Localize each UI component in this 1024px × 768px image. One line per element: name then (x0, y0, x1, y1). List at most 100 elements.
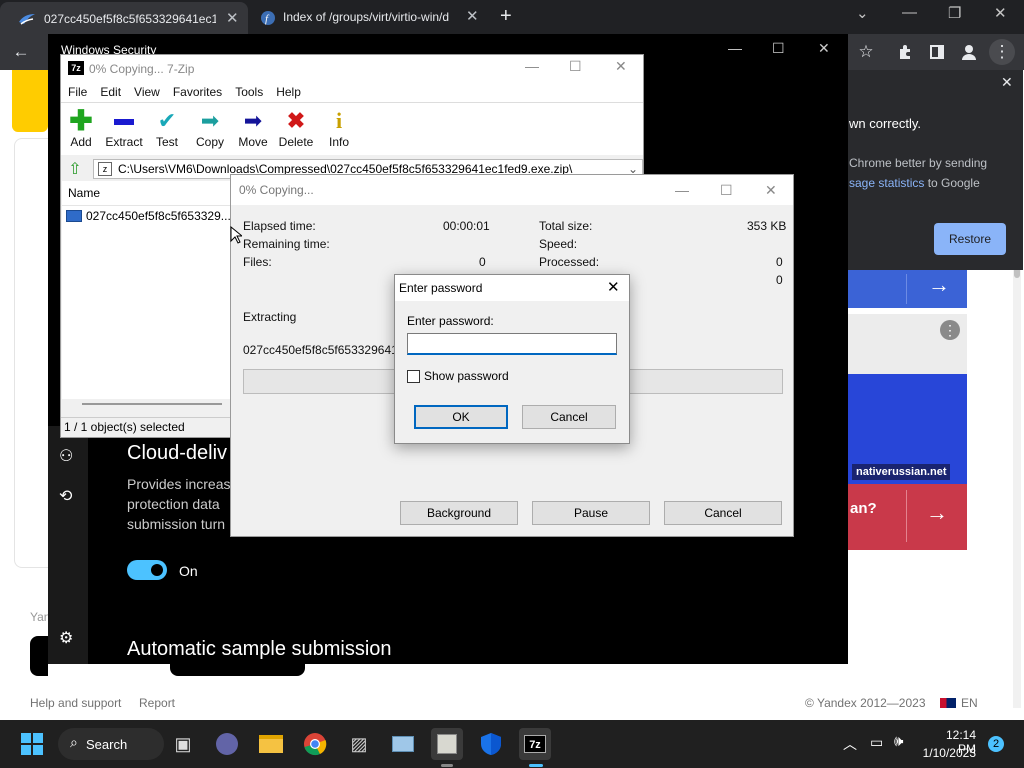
network-icon[interactable]: ▭ (870, 734, 883, 751)
ad-block: ⋮ (848, 314, 967, 374)
defender-shield-icon[interactable] (475, 728, 507, 760)
notification-badge[interactable]: 2 (988, 736, 1004, 752)
history-icon[interactable]: ⟲ (59, 486, 72, 506)
side-panel-icon[interactable] (924, 39, 950, 65)
chrome-tab-bar: 027cc450ef5f8c5f653329641ec1fe ✕ f Index… (0, 0, 1024, 34)
start-windows-icon[interactable] (16, 728, 48, 760)
file-row[interactable]: 027cc450ef5f8c5f653329... (66, 209, 231, 223)
tab-close-icon[interactable]: ✕ (466, 7, 479, 25)
chrome-taskbar-icon[interactable] (299, 728, 331, 760)
cloud-protection-toggle[interactable] (127, 560, 167, 580)
extract-button[interactable]: Extract (101, 109, 147, 149)
info-button[interactable]: i Info (316, 109, 362, 150)
close-icon[interactable]: ✕ (818, 40, 830, 57)
popup-close-icon[interactable]: ✕ (1001, 74, 1013, 91)
background-button[interactable]: Background (400, 501, 518, 525)
family-options-icon[interactable]: ⚇ (59, 446, 73, 466)
menu-edit[interactable]: Edit (100, 85, 121, 99)
7zip-title: 0% Copying... 7-Zip (89, 62, 195, 76)
language-label: EN (961, 696, 978, 710)
7zip-menubar: File Edit View Favorites Tools Help (61, 81, 643, 103)
browser-tab[interactable]: f Index of /groups/virt/virtio-win/d ✕ (250, 0, 490, 34)
ad-banner-top[interactable]: → (848, 270, 967, 308)
clock-date[interactable]: 1/10/2023 (918, 746, 976, 760)
usage-stats-link[interactable]: sage statistics (849, 176, 924, 190)
file-explorer-icon[interactable] (255, 728, 287, 760)
menu-favorites[interactable]: Favorites (173, 85, 222, 99)
ad-image-blue[interactable]: nativerussian.net (848, 374, 967, 484)
volume-icon[interactable]: 🕪 (894, 733, 903, 750)
zip-file-icon: z (98, 162, 112, 176)
report-link[interactable]: Report (139, 696, 175, 710)
close-icon[interactable]: ✕ (765, 175, 777, 205)
windows-security-taskbar-app[interactable] (431, 728, 463, 760)
windows-security-sidebar: ⚇ ⟲ ⚙ (48, 426, 88, 664)
remaining-label: Remaining time: (243, 237, 330, 251)
minimize-icon[interactable]: — (728, 40, 742, 56)
language-switch[interactable]: EN (940, 696, 978, 710)
restore-button[interactable]: Restore (934, 223, 1006, 255)
app-store-button[interactable] (30, 636, 48, 676)
show-password-checkbox[interactable]: Show password (407, 369, 509, 383)
arrow-right-icon: → (928, 272, 950, 297)
test-button[interactable]: ✔ Test (144, 109, 190, 150)
ok-button[interactable]: OK (414, 405, 508, 429)
tab-title: Index of /groups/virt/virtio-win/d (283, 10, 450, 24)
tab-close-icon[interactable]: ✕ (226, 9, 239, 27)
help-support-link[interactable]: Help and support (30, 696, 121, 710)
ad-more-icon[interactable]: ⋮ (940, 320, 960, 340)
app-box-icon[interactable]: ▨ (343, 728, 375, 760)
password-input[interactable] (407, 333, 617, 355)
file-name: 027cc450ef5f8c5f653329... (86, 209, 231, 223)
back-arrow-icon[interactable]: ← (8, 39, 34, 65)
minimize-icon[interactable]: — (525, 58, 539, 74)
task-view-icon[interactable]: ▣ (167, 728, 199, 760)
minimize-icon[interactable]: — (902, 4, 917, 21)
horizontal-scrollbar[interactable] (62, 399, 230, 409)
column-header-name[interactable]: Name (68, 186, 100, 200)
elapsed-value: 00:00:01 (443, 219, 490, 233)
close-icon[interactable]: ✕ (615, 58, 627, 75)
delete-button[interactable]: ✖ Delete (273, 108, 319, 150)
chrome-menu-kebab-icon[interactable]: ⋮ (989, 39, 1015, 65)
pause-button[interactable]: Pause (532, 501, 650, 525)
7zip-logo-icon: 7z (68, 61, 84, 75)
menu-file[interactable]: File (68, 85, 87, 99)
bookmark-star-icon[interactable]: ☆ (853, 39, 879, 65)
files-label: Files: (243, 255, 272, 269)
restore-icon[interactable]: ❐ (948, 4, 961, 22)
cancel-button[interactable]: Cancel (664, 501, 782, 525)
profile-avatar-icon[interactable] (956, 39, 982, 65)
move-button[interactable]: ➡ Move (230, 109, 276, 150)
windows-taskbar: ⌕ Search ▣ ▨ 7z ︿ ▭ 🕪 12:14 PM 1/10/2023… (0, 720, 1024, 768)
7zip-taskbar-icon[interactable]: 7z (519, 728, 551, 760)
tray-chevron-up-icon[interactable]: ︿ (843, 734, 857, 754)
cancel-button[interactable]: Cancel (522, 405, 616, 429)
menu-view[interactable]: View (134, 85, 160, 99)
taskbar-search[interactable]: ⌕ Search (58, 728, 164, 760)
ad-image-red[interactable]: an? → (848, 484, 967, 550)
menu-help[interactable]: Help (276, 85, 301, 99)
delete-x-icon: ✖ (286, 108, 306, 133)
new-tab-plus-icon[interactable]: + (500, 5, 512, 28)
copy-button[interactable]: ➡ Copy (187, 109, 233, 150)
add-button[interactable]: ✚ Add (58, 107, 104, 150)
menu-tools[interactable]: Tools (235, 85, 263, 99)
browser-tab-active[interactable]: 027cc450ef5f8c5f653329641ec1fe ✕ (0, 2, 248, 34)
close-icon[interactable]: ✕ (607, 275, 620, 301)
folder-up-icon[interactable]: ⇧ (65, 159, 85, 179)
teams-chat-icon[interactable] (211, 728, 243, 760)
password-dialog-title: Enter password (399, 281, 483, 295)
extensions-puzzle-icon[interactable] (892, 39, 918, 65)
maximize-icon[interactable]: ☐ (720, 175, 733, 205)
checkbox-box[interactable] (407, 369, 420, 383)
maximize-icon[interactable]: ☐ (569, 58, 582, 75)
minus-icon (101, 109, 147, 133)
close-window-icon[interactable]: ✕ (994, 4, 1007, 22)
settings-gear-icon[interactable]: ⚙ (59, 628, 73, 648)
tab-search-chevron-icon[interactable]: ⌄ (856, 4, 869, 22)
chart-app-icon[interactable] (387, 728, 419, 760)
maximize-icon[interactable]: ☐ (772, 40, 785, 57)
minimize-icon[interactable]: — (675, 175, 689, 205)
compressed-value: 0 (776, 273, 783, 287)
